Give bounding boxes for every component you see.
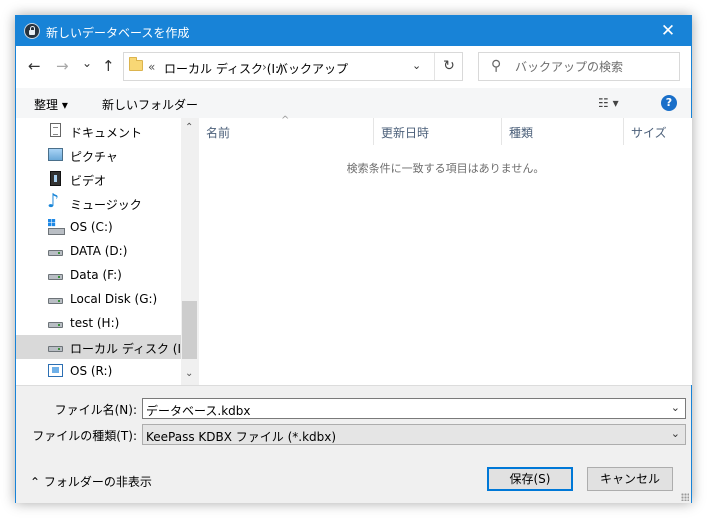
- view-options-icon[interactable]: ☷ ▾: [598, 96, 619, 110]
- address-bar[interactable]: « ローカル ディスク (I:) › バックアップ ⌄ ↻: [123, 52, 463, 81]
- sidebar-item-drive-h[interactable]: test (H:): [16, 311, 181, 335]
- sidebar-item-label: Data (F:): [70, 268, 122, 282]
- sidebar-item-drive-d[interactable]: DATA (D:): [16, 239, 181, 263]
- filename-value: データベース.kdbx: [146, 404, 251, 418]
- help-icon[interactable]: ?: [661, 95, 677, 111]
- navigation-pane: ドキュメント ピクチャ ビデオ ミュージック OS (C:) DATA (D:)…: [16, 118, 198, 385]
- search-box[interactable]: ⚲: [478, 52, 680, 81]
- drive-icon: [48, 346, 63, 352]
- network-drive-icon: [48, 364, 63, 377]
- title-bar: 新しいデータベースを作成 ✕: [16, 16, 691, 46]
- drive-icon: [48, 298, 63, 304]
- save-button[interactable]: 保存(S): [487, 467, 573, 491]
- document-icon: [50, 123, 61, 137]
- refresh-icon[interactable]: ↻: [434, 53, 463, 80]
- sidebar-item-label: ドキュメント: [70, 126, 143, 140]
- sidebar-item-videos[interactable]: ビデオ: [16, 167, 181, 191]
- file-list: 名前 ^ 更新日時 種類 サイズ 検索条件に一致する項目はありません。: [199, 115, 692, 385]
- sidebar-item-music[interactable]: ミュージック: [16, 190, 181, 215]
- column-header-type[interactable]: 種類: [502, 118, 624, 145]
- sidebar-item-label: ビデオ: [70, 174, 107, 188]
- filename-label: ファイル名(N):: [54, 403, 137, 417]
- sidebar-item-label: Local Disk (G:): [70, 292, 158, 306]
- scroll-down-icon[interactable]: ⌄: [185, 368, 193, 379]
- column-header-label: 名前: [206, 126, 231, 140]
- sort-indicator-icon: ^: [281, 115, 290, 126]
- drive-icon: [48, 322, 63, 328]
- folder-icon: [129, 57, 143, 71]
- sidebar-item-label: ローカル ディスク (I:): [70, 342, 190, 356]
- column-header-label: 更新日時: [381, 126, 430, 140]
- dialog-footer: ファイル名(N): データベース.kdbx ⌄ ファイルの種類(T): KeeP…: [16, 385, 691, 503]
- sidebar-item-drive-f[interactable]: Data (F:): [16, 263, 181, 287]
- navigation-bar: ← → ⌄ ↑ « ローカル ディスク (I:) › バックアップ ⌄ ↻ ⚲: [16, 46, 691, 88]
- address-dropdown-chevron-icon[interactable]: ⌄: [412, 59, 421, 72]
- back-arrow-icon[interactable]: ←: [28, 58, 41, 74]
- organize-button[interactable]: 整理 ▾: [34, 96, 68, 113]
- sidebar-item-drive-r[interactable]: OS (R:): [16, 359, 181, 383]
- drive-icon: [48, 274, 63, 280]
- hide-folders-toggle[interactable]: ⌃ フォルダーの非表示: [30, 473, 152, 490]
- empty-message: 検索条件に一致する項目はありません。: [346, 162, 545, 175]
- sidebar-item-drive-c[interactable]: OS (C:): [16, 215, 181, 239]
- column-header-name[interactable]: 名前 ^: [199, 115, 374, 145]
- save-dialog-window: 新しいデータベースを作成 ✕ ← → ⌄ ↑ « ローカル ディスク (I:) …: [15, 15, 692, 503]
- sidebar-item-pictures[interactable]: ピクチャ: [16, 143, 181, 167]
- drive-icon: [48, 250, 63, 256]
- sidebar-item-label: ミュージック: [70, 198, 142, 212]
- breadcrumb-separator[interactable]: ›: [262, 60, 267, 74]
- column-header-modified[interactable]: 更新日時: [374, 118, 502, 145]
- breadcrumb-overflow[interactable]: «: [148, 60, 155, 74]
- filetype-label: ファイルの種類(T):: [32, 429, 137, 443]
- search-input[interactable]: [515, 58, 675, 76]
- sidebar-item-drive-g[interactable]: Local Disk (G:): [16, 287, 181, 311]
- sidebar-item-label: OS (C:): [70, 220, 113, 234]
- music-icon: [47, 190, 60, 212]
- resize-grip-icon[interactable]: [681, 493, 689, 501]
- scroll-up-icon[interactable]: ⌃: [185, 122, 193, 133]
- close-icon[interactable]: ✕: [645, 16, 691, 46]
- navigation-pane-scrollbar[interactable]: ⌃ ⌄: [181, 118, 198, 385]
- sidebar-item-label: test (H:): [70, 316, 120, 330]
- scrollbar-thumb[interactable]: [182, 301, 197, 359]
- window-title: 新しいデータベースを作成: [46, 26, 190, 40]
- sidebar-item-documents[interactable]: ドキュメント: [16, 119, 181, 143]
- command-toolbar: 整理 ▾ 新しいフォルダー ☷ ▾ ?: [16, 88, 691, 118]
- column-header-label: サイズ: [631, 126, 667, 140]
- column-header-label: 種類: [509, 126, 534, 140]
- windows-drive-icon: [48, 219, 65, 235]
- sidebar-item-label: OS (R:): [70, 364, 113, 378]
- filename-dropdown-chevron-icon[interactable]: ⌄: [671, 401, 680, 414]
- search-icon: ⚲: [491, 58, 502, 74]
- filename-field[interactable]: データベース.kdbx ⌄: [142, 398, 686, 419]
- videos-icon: [50, 171, 61, 186]
- breadcrumb-folder[interactable]: バックアップ: [276, 60, 348, 77]
- sidebar-item-drive-i[interactable]: ローカル ディスク (I:): [16, 335, 190, 359]
- up-arrow-icon[interactable]: ↑: [102, 58, 115, 74]
- keepass-lock-icon: [24, 23, 40, 39]
- filetype-dropdown-chevron-icon[interactable]: ⌄: [671, 427, 680, 440]
- sidebar-item-label: DATA (D:): [70, 244, 128, 258]
- new-folder-button[interactable]: 新しいフォルダー: [102, 96, 198, 113]
- sidebar-item-label: ピクチャ: [70, 150, 118, 164]
- recent-locations-chevron-icon[interactable]: ⌄: [82, 55, 92, 71]
- column-header-size[interactable]: サイズ: [624, 118, 692, 145]
- filetype-value: KeePass KDBX ファイル (*.kdbx): [146, 430, 337, 444]
- cancel-button[interactable]: キャンセル: [587, 467, 673, 491]
- forward-arrow-icon[interactable]: →: [56, 58, 69, 74]
- filetype-select[interactable]: KeePass KDBX ファイル (*.kdbx) ⌄: [142, 424, 686, 445]
- pictures-icon: [48, 148, 63, 161]
